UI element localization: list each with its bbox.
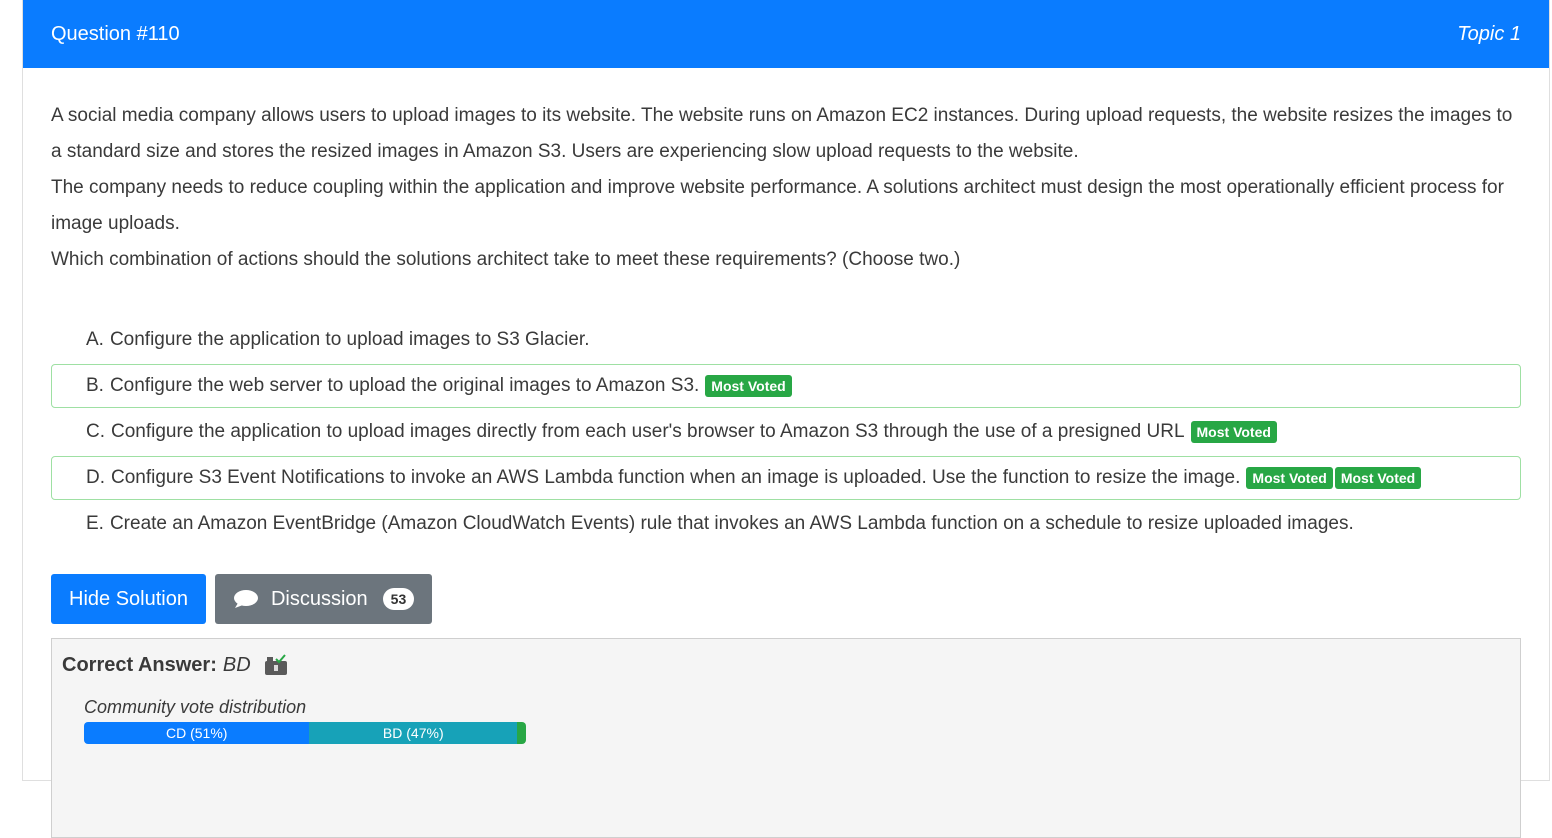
question-number: Question #110 bbox=[51, 22, 180, 45]
question-card: Question #110 Topic 1 A social media com… bbox=[22, 0, 1550, 838]
question-paragraph: The company needs to reduce coupling wit… bbox=[51, 177, 1504, 234]
question-paragraph: A social media company allows users to u… bbox=[51, 105, 1513, 162]
choice-letter: B. bbox=[86, 375, 104, 396]
correct-answer-line: Correct Answer: BD bbox=[62, 653, 1510, 677]
discussion-button[interactable]: Discussion 53 bbox=[214, 574, 433, 624]
hide-solution-button[interactable]: Hide Solution bbox=[51, 574, 206, 624]
choice-c[interactable]: C. Configure the application to upload i… bbox=[51, 410, 1521, 454]
chat-bubble-icon bbox=[233, 590, 258, 608]
choice-letter: A. bbox=[86, 329, 104, 350]
choice-e[interactable]: E. Create an Amazon EventBridge (Amazon … bbox=[51, 502, 1521, 546]
question-body: A social media company allows users to u… bbox=[23, 68, 1549, 838]
discussion-label: Discussion bbox=[270, 587, 368, 610]
question-paragraph: Which combination of actions should the … bbox=[51, 249, 961, 270]
reveal-solution-icon[interactable] bbox=[263, 653, 289, 677]
vote-segment-cd: CD (51%) bbox=[84, 722, 310, 744]
most-voted-badge: Most Voted bbox=[705, 375, 792, 397]
question-text: A social media company allows users to u… bbox=[51, 98, 1521, 278]
question-header: Question #110 Topic 1 bbox=[23, 0, 1549, 68]
action-buttons: Hide Solution Discussion 53 bbox=[51, 574, 1521, 624]
choice-text: Configure the application to upload imag… bbox=[111, 421, 1185, 442]
topic-label: Topic 1 bbox=[1457, 22, 1521, 45]
vote-distribution-title: Community vote distribution bbox=[84, 697, 307, 717]
choice-a[interactable]: A. Configure the application to upload i… bbox=[51, 318, 1521, 362]
choice-b[interactable]: B. Configure the web server to upload th… bbox=[51, 364, 1521, 408]
correct-answer-label: Correct Answer: bbox=[62, 653, 217, 676]
choice-text: Create an Amazon EventBridge (Amazon Clo… bbox=[109, 513, 1354, 534]
choice-text: Configure the application to upload imag… bbox=[109, 329, 590, 350]
vote-bar: CD (51%) BD (47%) bbox=[84, 722, 526, 744]
choice-text: Configure S3 Event Notifications to invo… bbox=[111, 467, 1241, 488]
choices-list: A. Configure the application to upload i… bbox=[51, 318, 1521, 546]
discussion-count: 53 bbox=[382, 588, 415, 610]
vote-distribution: Community vote distribution CD (51%) BD … bbox=[84, 697, 1510, 744]
most-voted-badge: Most Voted bbox=[1246, 467, 1333, 489]
vote-segment-bd: BD (47%) bbox=[309, 722, 518, 744]
correct-answer-value: BD bbox=[222, 653, 251, 676]
answer-panel: Correct Answer: BD Community vote distri… bbox=[51, 638, 1521, 838]
choice-letter: E. bbox=[86, 513, 104, 534]
choice-letter: D. bbox=[86, 467, 105, 488]
most-voted-badge: Most Voted bbox=[1190, 421, 1277, 443]
choice-letter: C. bbox=[86, 421, 105, 442]
choice-d[interactable]: D. Configure S3 Event Notifications to i… bbox=[51, 456, 1521, 500]
most-voted-badge: Most Voted bbox=[1334, 467, 1422, 489]
choice-text: Configure the web server to upload the o… bbox=[109, 375, 700, 396]
vote-segment-other bbox=[517, 722, 526, 744]
